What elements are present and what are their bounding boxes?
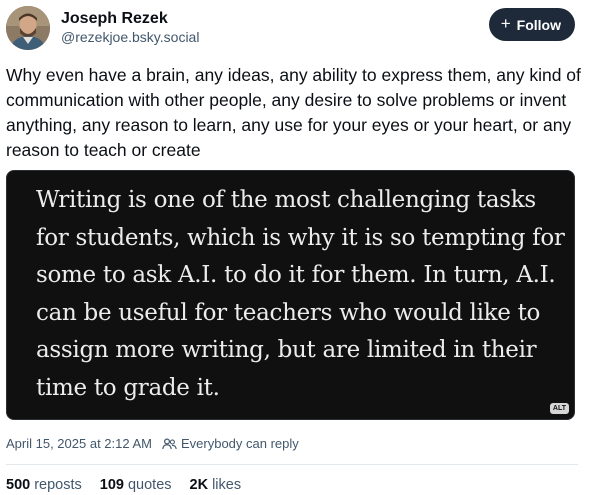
quotes-label: quotes [127,477,172,493]
follow-button[interactable]: + Follow [488,8,575,41]
likes-stat[interactable]: 2K likes [190,477,242,493]
post-image[interactable]: Writing is one of the most challenging t… [6,170,575,420]
author-names: Joseph Rezek @rezekjoe.bsky.social [61,9,199,47]
reposts-stat[interactable]: 500 reposts [6,477,82,493]
author-handle[interactable]: @rezekjoe.bsky.social [61,28,199,47]
reply-setting-label: Everybody can reply [180,436,299,451]
plus-icon: + [500,14,511,33]
post-header: Joseph Rezek @rezekjoe.bsky.social + Fol… [6,6,578,52]
people-icon [162,437,177,449]
post-card: Joseph Rezek @rezekjoe.bsky.social + Fol… [0,0,596,495]
quotes-count: 109 [99,477,124,493]
reposts-count: 500 [6,477,31,493]
post-timestamp[interactable]: April 15, 2025 at 2:12 AM [6,436,152,451]
avatar-image [6,6,50,50]
image-quote-text: Writing is one of the most challenging t… [36,187,565,401]
engagement-stats: 500 reposts 109 quotes 2K likes [6,477,241,493]
quotes-stat[interactable]: 109 quotes [100,477,172,493]
reply-setting[interactable]: Everybody can reply [162,436,299,451]
divider [6,464,578,465]
author-display-name[interactable]: Joseph Rezek [61,9,199,28]
follow-button-label: Follow [516,16,561,33]
avatar[interactable] [6,6,50,50]
post-text: Why even have a brain, any ideas, any ab… [6,65,581,160]
reposts-label: reposts [34,477,82,493]
post-meta: April 15, 2025 at 2:12 AM Everybody can … [6,436,299,451]
alt-text-badge[interactable]: ALT [549,403,569,414]
likes-label: likes [212,477,242,493]
likes-count: 2K [189,477,209,493]
